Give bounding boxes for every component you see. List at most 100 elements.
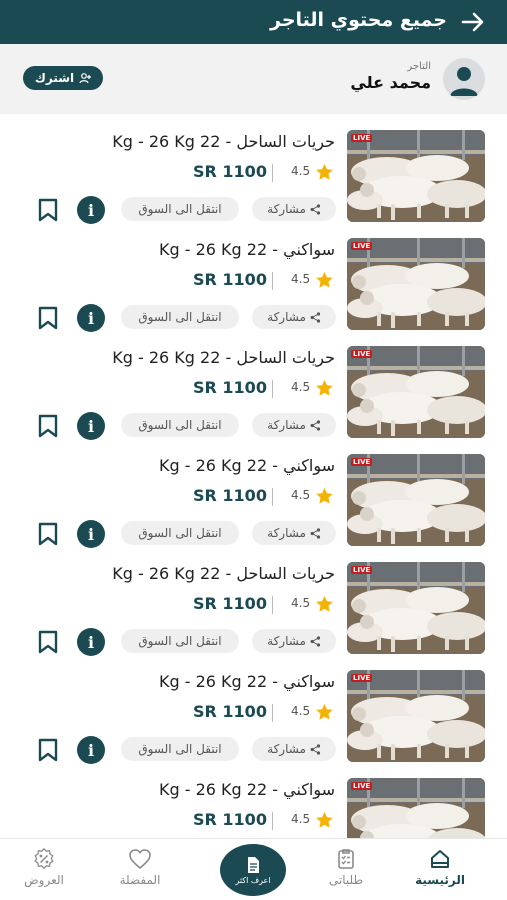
- listing-thumbnail[interactable]: LIVE: [347, 238, 485, 330]
- share-label: مشاركة: [267, 202, 306, 216]
- go-to-market-label: انتقل الى السوق: [138, 202, 222, 216]
- merchant-label: التاجر: [407, 61, 431, 72]
- divider: [272, 596, 273, 614]
- divider: [272, 272, 273, 290]
- tab-offers[interactable]: العروض: [4, 845, 84, 887]
- bookmark-icon[interactable]: [37, 522, 59, 546]
- share-icon: [310, 743, 320, 755]
- bookmark-icon[interactable]: [37, 306, 59, 330]
- bookmark-icon[interactable]: [37, 630, 59, 654]
- share-button[interactable]: مشاركة: [252, 737, 336, 761]
- listing-card[interactable]: LIVE حريات الساحل - 22 Kg - 26 Kg SR 110…: [0, 554, 507, 662]
- share-label: مشاركة: [267, 310, 306, 324]
- share-button[interactable]: مشاركة: [252, 629, 336, 653]
- listing-name: حريات الساحل - 22 Kg - 26 Kg: [112, 564, 335, 583]
- info-glyph: i: [87, 524, 95, 544]
- tab-orders[interactable]: طلباتى: [306, 845, 386, 887]
- share-button[interactable]: مشاركة: [252, 305, 336, 329]
- listing-card[interactable]: LIVE سواكني - 22 Kg - 26 Kg SR 1100 4.5 …: [0, 446, 507, 554]
- arrow-right-icon[interactable]: [459, 8, 487, 36]
- live-badge: LIVE: [351, 242, 373, 250]
- share-label: مشاركة: [267, 526, 306, 540]
- divider: [272, 380, 273, 398]
- sheep-photo: [347, 670, 485, 762]
- go-to-market-button[interactable]: انتقل الى السوق: [121, 197, 239, 221]
- live-badge: LIVE: [351, 458, 373, 466]
- share-button[interactable]: مشاركة: [252, 197, 336, 221]
- info-glyph: i: [87, 632, 95, 652]
- divider: [272, 164, 273, 182]
- listing-name: سواكني - 22 Kg - 26 Kg: [159, 780, 335, 799]
- sheep-photo: [347, 130, 485, 222]
- go-to-market-button[interactable]: انتقل الى السوق: [121, 737, 239, 761]
- listing-thumbnail[interactable]: LIVE: [347, 454, 485, 546]
- listing-rating: 4.5: [291, 164, 311, 178]
- tab-home[interactable]: الرئيسية: [400, 845, 480, 887]
- tab-favorites[interactable]: المفضلة: [100, 845, 180, 887]
- share-button[interactable]: مشاركة: [252, 413, 336, 437]
- info-glyph: i: [87, 200, 95, 220]
- info-icon[interactable]: i: [77, 196, 105, 224]
- share-icon: [310, 419, 320, 431]
- listing-card[interactable]: LIVE سواكني - 22 Kg - 26 Kg SR 1100 4.5 …: [0, 770, 507, 838]
- listing-price: SR 1100: [193, 162, 267, 181]
- listing-name: سواكني - 22 Kg - 26 Kg: [159, 456, 335, 475]
- bookmark-icon[interactable]: [37, 738, 59, 762]
- share-icon: [310, 635, 320, 647]
- listing-thumbnail[interactable]: LIVE: [347, 562, 485, 654]
- bookmark-icon[interactable]: [37, 414, 59, 438]
- merchant-bar: التاجر محمد علي اشترك: [0, 44, 507, 114]
- share-button[interactable]: مشاركة: [252, 521, 336, 545]
- listing-card[interactable]: LIVE حريات الساحل - 22 Kg - 26 Kg SR 110…: [0, 338, 507, 446]
- listing-card[interactable]: LIVE سواكني - 22 Kg - 26 Kg SR 1100 4.5 …: [0, 662, 507, 770]
- page-title: جميع محتوي التاجر: [270, 9, 447, 31]
- info-glyph: i: [87, 740, 95, 760]
- home-icon: [431, 850, 449, 868]
- user-icon: [450, 67, 478, 96]
- listing-rating: 4.5: [291, 272, 311, 286]
- go-to-market-button[interactable]: انتقل الى السوق: [121, 521, 239, 545]
- divider: [272, 488, 273, 506]
- listing-price: SR 1100: [193, 702, 267, 721]
- clipboard-icon: [338, 849, 354, 869]
- go-to-market-button[interactable]: انتقل الى السوق: [121, 629, 239, 653]
- listing-price: SR 1100: [193, 270, 267, 289]
- listing-price: SR 1100: [193, 594, 267, 613]
- go-to-market-label: انتقل الى السوق: [138, 742, 222, 756]
- listing-thumbnail[interactable]: LIVE: [347, 130, 485, 222]
- learn-more-button[interactable]: اعرف اكثر: [220, 844, 286, 896]
- merchant-name: محمد علي: [350, 73, 431, 92]
- go-to-market-label: انتقل الى السوق: [138, 418, 222, 432]
- listing-rating: 4.5: [291, 704, 311, 718]
- share-label: مشاركة: [267, 742, 306, 756]
- listing-thumbnail[interactable]: LIVE: [347, 670, 485, 762]
- go-to-market-label: انتقل الى السوق: [138, 526, 222, 540]
- listing-thumbnail[interactable]: LIVE: [347, 346, 485, 438]
- go-to-market-button[interactable]: انتقل الى السوق: [121, 305, 239, 329]
- go-to-market-label: انتقل الى السوق: [138, 634, 222, 648]
- info-icon[interactable]: i: [77, 736, 105, 764]
- info-icon[interactable]: i: [77, 520, 105, 548]
- subscribe-label: اشترك: [34, 71, 75, 85]
- go-to-market-button[interactable]: انتقل الى السوق: [121, 413, 239, 437]
- share-icon: [310, 203, 320, 215]
- tab-orders-label: طلباتى: [328, 873, 364, 887]
- bookmark-icon[interactable]: [37, 198, 59, 222]
- info-icon[interactable]: i: [77, 304, 105, 332]
- live-badge: LIVE: [351, 134, 373, 142]
- share-label: مشاركة: [267, 634, 306, 648]
- sheep-photo: [347, 562, 485, 654]
- share-label: مشاركة: [267, 418, 306, 432]
- listing-thumbnail[interactable]: LIVE: [347, 778, 485, 838]
- avatar[interactable]: [443, 58, 485, 100]
- star-icon: [316, 379, 333, 396]
- listing-name: سواكني - 22 Kg - 26 Kg: [159, 240, 335, 259]
- listing-card[interactable]: LIVE حريات الساحل - 22 Kg - 26 Kg SR 110…: [0, 122, 507, 230]
- info-icon[interactable]: i: [77, 628, 105, 656]
- listing-rating: 4.5: [291, 812, 311, 826]
- listing-card[interactable]: LIVE سواكني - 22 Kg - 26 Kg SR 1100 4.5 …: [0, 230, 507, 338]
- top-bar: جميع محتوي التاجر: [0, 0, 507, 44]
- go-to-market-label: انتقل الى السوق: [138, 310, 222, 324]
- info-icon[interactable]: i: [77, 412, 105, 440]
- subscribe-button[interactable]: اشترك: [23, 66, 103, 90]
